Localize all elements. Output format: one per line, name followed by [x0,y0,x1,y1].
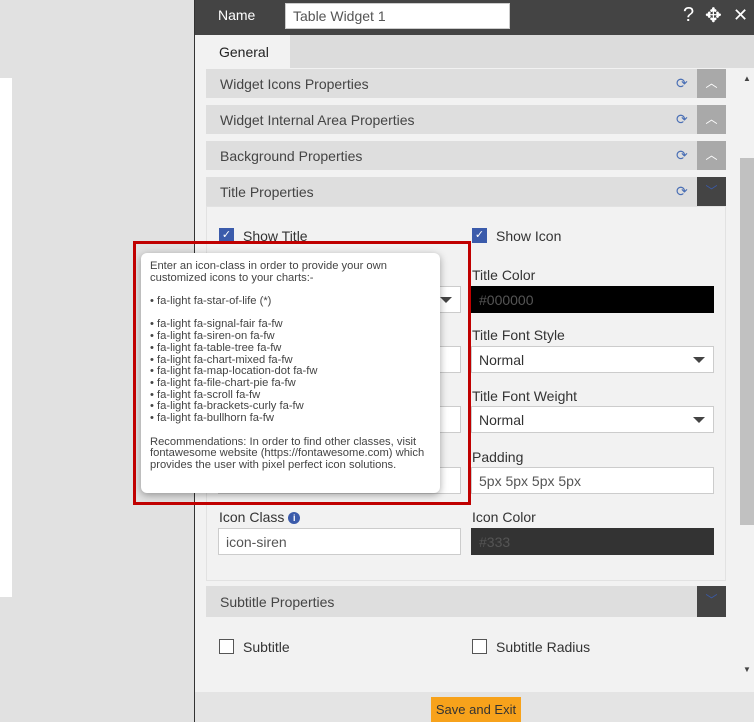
section-subtitle[interactable]: Subtitle Properties [206,586,726,617]
highlight-frame [133,241,471,505]
title-color-input[interactable]: #000000 [471,286,714,313]
section-title[interactable]: Title Properties [206,177,726,206]
info-icon[interactable]: i [288,512,301,524]
section-widget-internal-area[interactable]: Widget Internal Area Properties [206,105,726,134]
refresh-icon[interactable]: ⟳ [676,111,688,128]
show-icon-checkbox[interactable]: ✓ [472,228,487,243]
icon-class-input[interactable]: icon-siren [218,528,461,555]
chevron-up-icon[interactable]: ︿ [697,141,726,170]
refresh-icon[interactable]: ⟳ [676,147,688,164]
background-canvas [0,78,12,597]
section-widget-icons[interactable]: Widget Icons Properties [206,69,726,98]
scroll-up-arrow[interactable]: ▲ [743,74,751,83]
section-background[interactable]: Background Properties [206,141,726,170]
name-label: Name [218,7,256,23]
show-icon-label: Show Icon [496,228,562,244]
move-icon[interactable]: ✥ [705,3,722,28]
title-font-weight-label: Title Font Weight [472,388,578,404]
close-icon[interactable]: ✕ [733,5,748,26]
refresh-icon[interactable]: ⟳ [676,75,688,92]
title-color-label: Title Color [472,267,536,283]
tab-general[interactable]: General [195,35,290,69]
icon-class-label: Icon Class i [219,509,301,525]
scrollbar-thumb[interactable] [740,158,754,525]
save-and-exit-button[interactable]: Save and Exit [431,697,521,722]
help-icon[interactable]: ? [683,4,694,27]
subtitle-label: Subtitle [243,639,290,655]
padding-input[interactable]: 5px 5px 5px 5px [471,467,714,494]
scroll-down-arrow[interactable]: ▼ [743,665,751,674]
padding-label: Padding [472,449,524,465]
chevron-down-icon[interactable]: ﹀ [697,586,726,617]
title-font-style-select[interactable]: Normal [471,346,714,373]
chevron-up-icon[interactable]: ︿ [697,69,726,98]
name-input[interactable] [285,3,510,29]
icon-color-input[interactable]: #333 [471,528,714,555]
icon-class-label-text: Icon Class [219,509,285,525]
icon-color-label: Icon Color [472,509,536,525]
title-font-style-value: Normal [479,352,525,368]
subtitle-radius-checkbox[interactable] [472,639,487,654]
chevron-down-icon[interactable]: ﹀ [697,177,726,206]
chevron-up-icon[interactable]: ︿ [697,105,726,134]
title-font-weight-select[interactable]: Normal [471,406,714,433]
subtitle-checkbox[interactable] [219,639,234,654]
title-font-style-label: Title Font Style [472,327,565,343]
title-font-weight-value: Normal [479,412,525,428]
refresh-icon[interactable]: ⟳ [676,183,688,200]
subtitle-radius-label: Subtitle Radius [496,639,591,655]
